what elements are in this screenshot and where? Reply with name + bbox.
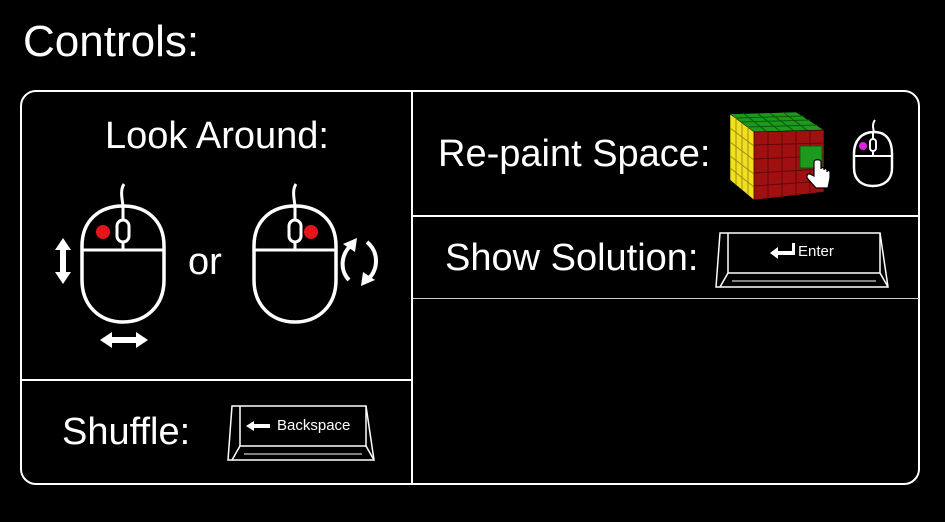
vertical-divider [411, 91, 413, 485]
enter-key[interactable]: Enter [714, 229, 890, 291]
look-around-label: Look Around: [105, 115, 329, 157]
backspace-key-label: Backspace [277, 417, 350, 434]
mouse-rotate-icon [252, 183, 378, 324]
right-divider-bottom [413, 298, 919, 299]
show-solution-label: Show Solution: [445, 237, 699, 279]
mouse-move-icon [55, 183, 166, 348]
repaint-space-label: Re-paint Space: [438, 133, 711, 175]
shuffle-label: Shuffle: [62, 411, 191, 453]
mouse-click-icon [852, 119, 894, 188]
right-divider-top [413, 215, 919, 217]
backspace-key[interactable]: Backspace [226, 402, 376, 464]
enter-key-label: Enter [798, 243, 834, 260]
page-title: Controls: [23, 17, 200, 66]
left-divider [21, 379, 412, 381]
cube-paint-icon [729, 111, 831, 201]
